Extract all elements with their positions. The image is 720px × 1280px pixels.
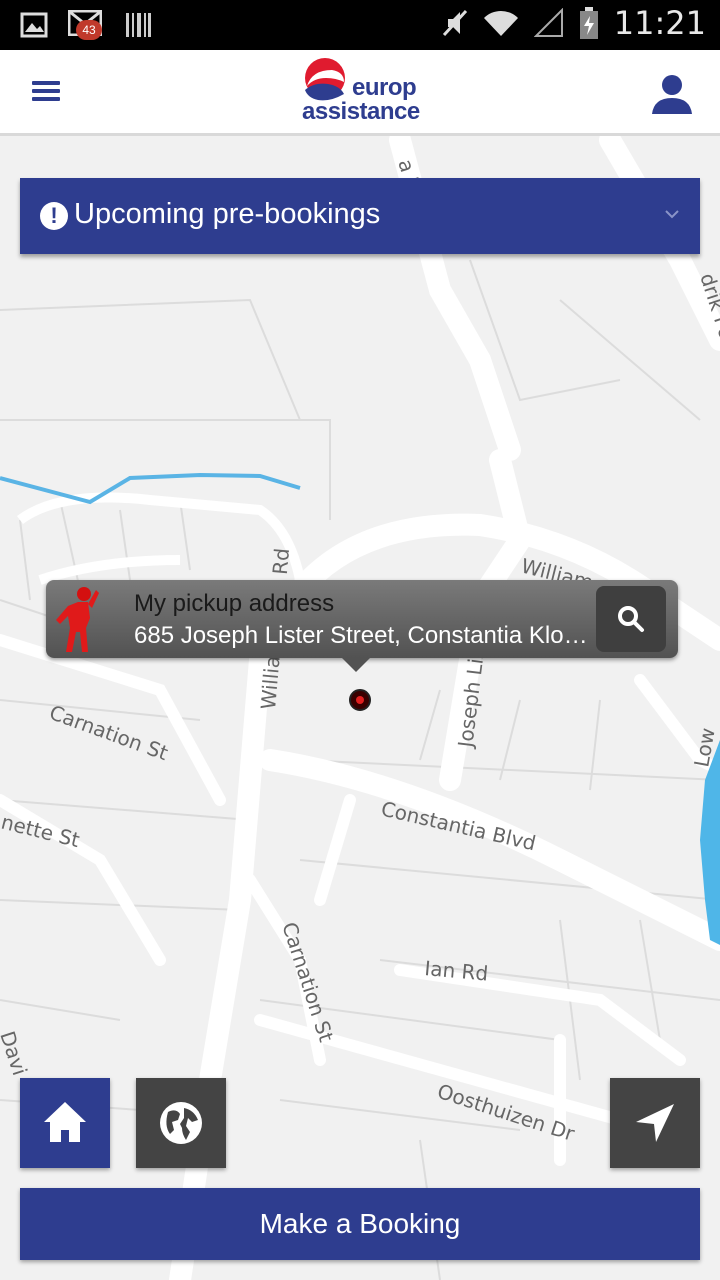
barcode-icon — [126, 13, 151, 37]
pickup-title: My pickup address — [134, 590, 335, 617]
callout-pointer — [342, 658, 370, 672]
street-label: nette St — [0, 810, 82, 853]
pickup-address-callout[interactable]: My pickup address 685 Joseph Lister Stre… — [46, 580, 678, 672]
signal-icon — [533, 8, 563, 37]
chevron-down-icon[interactable] — [664, 206, 680, 222]
app-header: europ assistance — [0, 50, 720, 136]
pickup-person-icon — [56, 587, 99, 652]
mute-icon — [442, 9, 467, 37]
wifi-icon — [483, 10, 518, 36]
upcoming-prebookings-bar[interactable]: ! Upcoming pre-bookings — [20, 178, 700, 254]
alert-icon: ! — [40, 202, 68, 230]
street-label: Ian Rd — [424, 956, 490, 985]
europ-assistance-logo: europ assistance — [300, 56, 430, 132]
logo-line-2: assistance — [302, 98, 420, 125]
user-profile-icon[interactable] — [650, 72, 694, 116]
logo-line-1: europ — [352, 74, 417, 101]
my-location-button[interactable] — [610, 1078, 700, 1168]
street-label: Davi — [0, 1028, 32, 1078]
search-address-button[interactable] — [596, 586, 666, 652]
search-icon — [618, 606, 644, 632]
gallery-icon — [20, 12, 48, 38]
screen: 43 11:21 europ assistance Joseph Lister … — [0, 0, 720, 1280]
location-pin-marker[interactable] — [349, 689, 371, 711]
home-icon — [44, 1102, 86, 1142]
mail-notification: 43 — [68, 8, 104, 42]
notification-badge: 43 — [76, 20, 102, 40]
battery-icon — [579, 7, 598, 39]
globe-icon — [160, 1102, 202, 1144]
make-booking-button[interactable]: Make a Booking — [20, 1188, 700, 1260]
globe-button[interactable] — [136, 1078, 226, 1168]
clock: 11:21 — [613, 4, 706, 42]
status-bar: 43 11:21 — [0, 0, 720, 50]
hamburger-menu-icon[interactable] — [32, 78, 68, 108]
home-button[interactable] — [20, 1078, 110, 1168]
upcoming-prebookings-label: Upcoming pre-bookings — [74, 198, 381, 230]
navigation-arrow-icon — [636, 1104, 674, 1142]
pickup-address: 685 Joseph Lister Street, Constantia Klo… — [134, 622, 596, 649]
